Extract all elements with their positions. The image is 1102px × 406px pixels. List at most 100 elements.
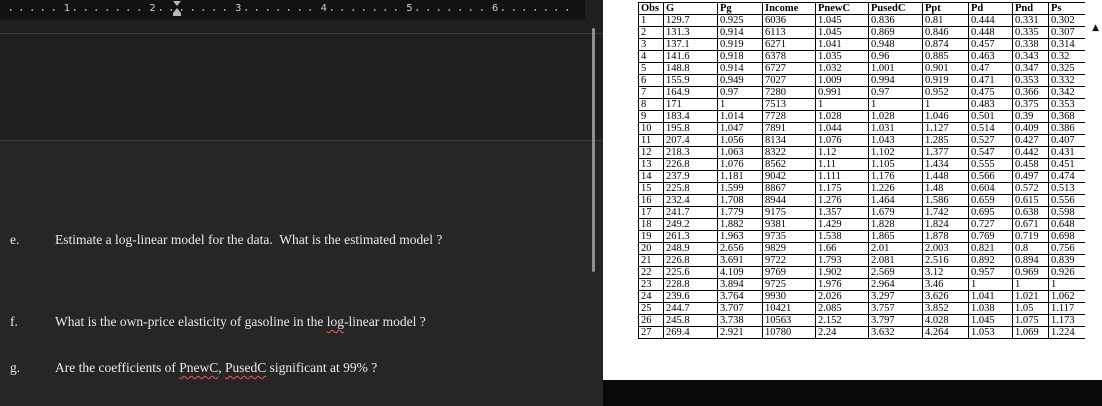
table-cell: 6036 (762, 14, 816, 27)
table-cell: 4.028 (922, 314, 969, 327)
table-cell: 0.914 (717, 62, 763, 75)
table-cell: 3.797 (868, 314, 923, 327)
table-cell: 23 (638, 278, 664, 291)
table-cell: 195.8 (663, 122, 718, 135)
table-cell: 1.226 (868, 182, 923, 195)
table-cell: 1.076 (717, 158, 763, 171)
table-row: 11 207.4 1.056 8134 1.076 1.043 1.285 0.527 0.42… (638, 134, 1086, 147)
table-cell: 225.8 (663, 182, 718, 195)
table-cell: 0.431 (1048, 146, 1086, 159)
table-cell: 0.894 (1012, 254, 1049, 267)
table-cell: 0.659 (968, 194, 1013, 207)
table-cell: 11 (638, 134, 664, 147)
table-row: 5 148.8 0.914 6727 1.032 1.001 0.901 0.47 0.347 0… (638, 62, 1086, 75)
table-cell: 2.24 (815, 326, 869, 339)
table-cell: 2.081 (868, 254, 923, 267)
table-cell: 0.598 (1048, 206, 1086, 219)
table-cell: 3.738 (717, 314, 763, 327)
table-scrollbar[interactable]: ▲ (1085, 0, 1102, 380)
table-cell: 1 (638, 14, 664, 27)
table-cell: 0.698 (1048, 230, 1086, 243)
table-cell: 1.102 (868, 146, 923, 159)
table-cell: 0.386 (1048, 122, 1086, 135)
scroll-up-arrow[interactable]: ▲ (1092, 23, 1099, 33)
table-body: 1 129.7 0.925 6036 1.045 0.836 0.81 0.444 0.331 0… (638, 14, 1086, 339)
table-cell: 0.527 (968, 134, 1013, 147)
table-cell: 8562 (762, 158, 816, 171)
table-cell: 0.96 (868, 50, 923, 63)
table-cell: 226.8 (663, 158, 718, 171)
table-cell: 3.894 (717, 278, 763, 291)
table-cell: 0.458 (1012, 158, 1049, 171)
table-header-cell: Ppt (922, 2, 969, 15)
table-cell: 1.434 (922, 158, 969, 171)
table-cell: 1.276 (815, 194, 869, 207)
table-row: 21 226.8 3.691 9722 1.793 2.081 2.516 0.892 0.89… (638, 254, 1086, 267)
table-cell: 1.032 (815, 62, 869, 75)
table-cell: 0.638 (1012, 206, 1049, 219)
table-cell: 1.828 (868, 218, 923, 231)
table-cell: 9930 (762, 290, 816, 303)
left-indent-icon[interactable] (173, 13, 181, 16)
table-cell: 0.497 (1012, 170, 1049, 183)
ruler-number: 5 (403, 3, 416, 14)
indent-marker-icon[interactable] (172, 1, 182, 18)
table-cell: 1.076 (815, 134, 869, 147)
table-cell: 0.885 (922, 50, 969, 63)
table-cell: 1.045 (815, 14, 869, 27)
table-cell: 183.4 (663, 110, 718, 123)
data-table-pane: Obs G Pg Income PnewC PusedC Ppt Pd Pnd Ps 1 129.7… (603, 0, 1102, 406)
table-cell: 0.821 (968, 242, 1013, 255)
table-cell: 1.448 (922, 170, 969, 183)
list-item-text: Are the coefficients of PnewC, PusedC si… (55, 359, 377, 376)
table-cell: 0.919 (717, 38, 763, 51)
table-cell: 24 (638, 290, 664, 303)
first-line-indent-icon[interactable] (173, 1, 181, 6)
table-header-cell: Income (762, 2, 816, 15)
table-row: 3 137.1 0.919 6271 1.041 0.948 0.874 0.457 0.338… (638, 38, 1086, 51)
table-cell: 0.375 (1012, 98, 1049, 111)
table-cell: 9175 (762, 206, 816, 219)
table-row: 12 218.3 1.063 8322 1.12 1.102 1.377 0.547 0.442… (638, 146, 1086, 159)
table-cell: 1.045 (968, 314, 1013, 327)
table-header-cell: PusedC (868, 2, 923, 15)
text-run: , (218, 360, 225, 375)
table-cell: 1 (1012, 278, 1049, 291)
table-cell: 10780 (762, 326, 816, 339)
table-cell: 1.586 (922, 194, 969, 207)
table-cell: 2.152 (815, 314, 869, 327)
table-cell: 0.566 (968, 170, 1013, 183)
table-cell: 0.353 (1048, 98, 1086, 111)
table-cell: 1.044 (815, 122, 869, 135)
table-cell: 1.009 (815, 74, 869, 87)
table-cell: 0.307 (1048, 26, 1086, 39)
table-cell: 1.105 (868, 158, 923, 171)
scrollbar-thumb[interactable] (592, 28, 595, 272)
table-cell: 1.014 (717, 110, 763, 123)
text-run: significant at 99% ? (266, 360, 378, 375)
table-cell: 0.869 (868, 26, 923, 39)
table-cell: 3.757 (868, 302, 923, 315)
table-cell: 0.338 (1012, 38, 1049, 51)
table-header-cell: Pnd (1012, 2, 1049, 15)
table-cell: 1.882 (717, 218, 763, 231)
table-cell: 6378 (762, 50, 816, 63)
table-cell: 0.451 (1048, 158, 1086, 171)
table-cell: 1.181 (717, 170, 763, 183)
table-cell: 0.695 (968, 206, 1013, 219)
table-cell: 4.264 (922, 326, 969, 339)
table-cell: 0.892 (968, 254, 1013, 267)
table-cell: 1.001 (868, 62, 923, 75)
table-cell: 1.117 (1048, 302, 1086, 315)
table-cell: 9722 (762, 254, 816, 267)
table-cell: 3.852 (922, 302, 969, 315)
table-cell: 3.46 (922, 278, 969, 291)
table-cell: 3.632 (868, 326, 923, 339)
table-cell: 2.026 (815, 290, 869, 303)
table-cell: 6113 (762, 26, 816, 39)
table-cell: 1.047 (717, 122, 763, 135)
table-cell: 1.793 (815, 254, 869, 267)
document-scrollbar[interactable] (591, 28, 596, 272)
table-cell: 0.314 (1048, 38, 1086, 51)
table-cell: 1.464 (868, 194, 923, 207)
